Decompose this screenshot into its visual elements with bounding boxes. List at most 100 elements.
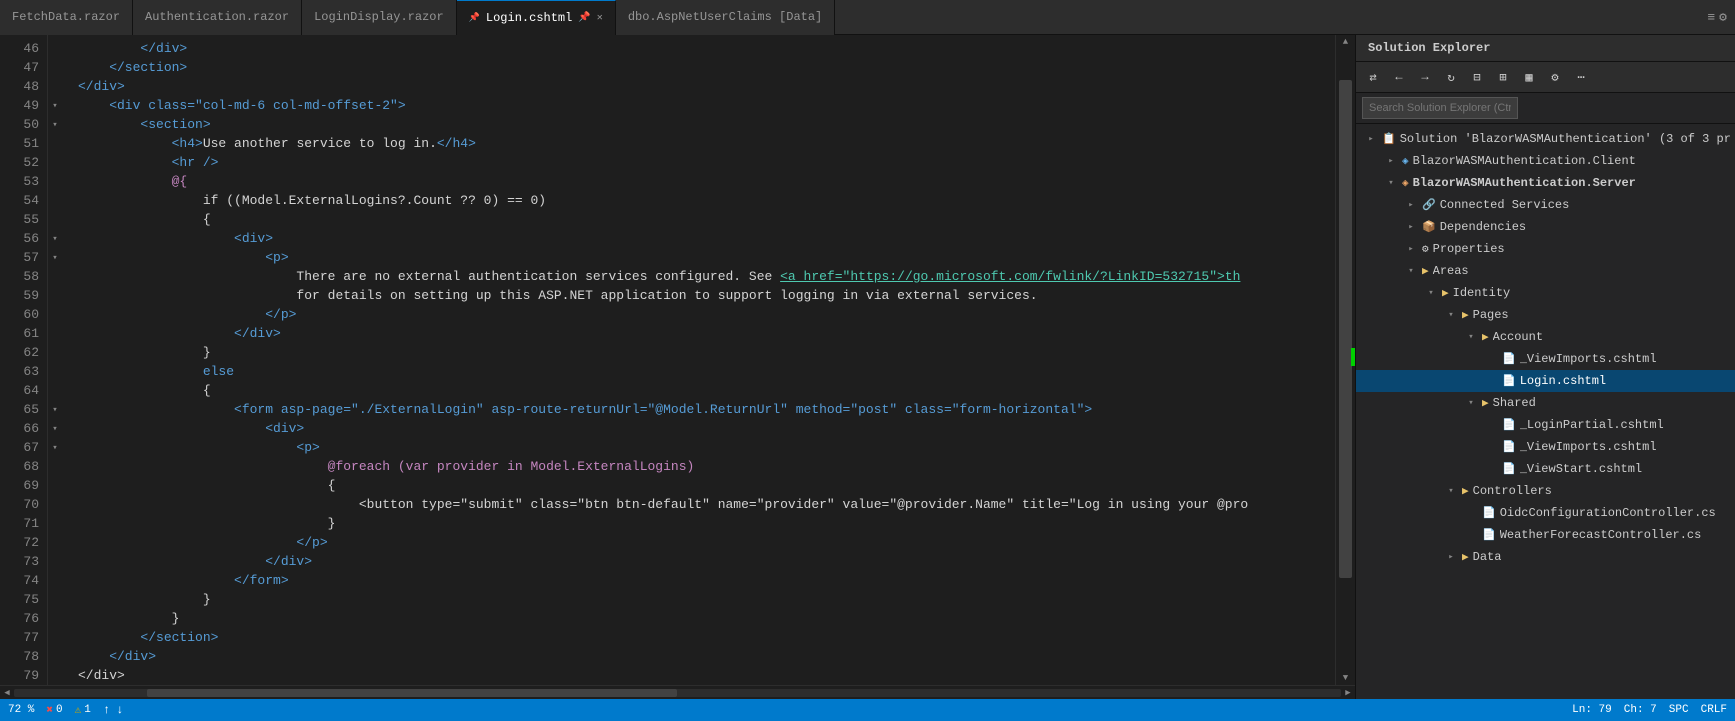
tree-arrow-icon[interactable]: ▸ — [1404, 198, 1418, 212]
h-scroll-right-btn[interactable]: ▶ — [1341, 686, 1355, 700]
tree-node-icon: 📄 — [1502, 418, 1516, 432]
code-container[interactable]: 4647484950515253545556575859606162636465… — [0, 35, 1355, 685]
tree-arrow-icon[interactable]: ▾ — [1424, 286, 1438, 300]
tree-item-data[interactable]: ▸▶Data — [1356, 546, 1735, 568]
tab-login-cshtml[interactable]: 📌Login.cshtml📌✕ — [457, 0, 616, 35]
se-collapse-btn[interactable]: ⊟ — [1466, 66, 1488, 88]
line-ending[interactable]: CRLF — [1701, 704, 1727, 716]
tree-node-icon: ▶ — [1482, 330, 1489, 344]
h-scrollbar[interactable]: ◀ ▶ — [0, 685, 1355, 699]
line-number-77: 77 — [12, 628, 39, 647]
scroll-up-btn[interactable]: ▲ — [1336, 35, 1355, 49]
fold-indicator-50[interactable]: ▾ — [48, 115, 62, 134]
tab-dbo-aspnetuserclaims--data-[interactable]: dbo.AspNetUserClaims [Data] — [616, 0, 835, 35]
tree-arrow-icon[interactable]: ▾ — [1464, 396, 1478, 410]
fold-indicator-66[interactable]: ▾ — [48, 419, 62, 438]
line-number-62: 62 — [12, 343, 39, 362]
fold-indicator-56[interactable]: ▾ — [48, 229, 62, 248]
nav-up-btn[interactable]: ↑ — [103, 703, 110, 717]
tree-item-dependencies[interactable]: ▸📦Dependencies — [1356, 216, 1735, 238]
tree-arrow-icon[interactable]: ▸ — [1384, 154, 1398, 168]
tree-item-shared[interactable]: ▾▶Shared — [1356, 392, 1735, 414]
zoom-level[interactable]: 72 % — [8, 704, 34, 716]
fold-indicator-55 — [48, 210, 62, 229]
cursor-line[interactable]: Ln: 79 — [1572, 704, 1612, 716]
fold-indicator-65[interactable]: ▾ — [48, 400, 62, 419]
tree-arrow-icon[interactable]: ▸ — [1364, 132, 1378, 146]
error-indicator[interactable]: ✖ 0 — [46, 703, 62, 717]
tree-item--viewimports-cshtml[interactable]: 📄_ViewImports.cshtml — [1356, 436, 1735, 458]
tree-item-connected-services[interactable]: ▸🔗Connected Services — [1356, 194, 1735, 216]
tree-item-blazorwasmauthentication-client[interactable]: ▸◈BlazorWASMAuthentication.Client — [1356, 150, 1735, 172]
tab-settings-icon[interactable]: ⚙ — [1719, 10, 1727, 25]
tree-arrow-icon[interactable]: ▸ — [1444, 550, 1458, 564]
tree-arrow-icon[interactable]: ▸ — [1404, 220, 1418, 234]
cursor-col[interactable]: Ch: 7 — [1624, 704, 1657, 716]
tab-list-icon[interactable]: ≡ — [1707, 10, 1715, 25]
nav-down-btn[interactable]: ↓ — [116, 703, 123, 717]
code-line-47: </section> — [78, 58, 1335, 77]
tree-item-login-cshtml[interactable]: 📄Login.cshtml — [1356, 370, 1735, 392]
fold-indicator-54 — [48, 191, 62, 210]
line-number-69: 69 — [12, 476, 39, 495]
code-content[interactable]: </div> </section></div> <div class="col-… — [62, 35, 1335, 685]
code-token: } — [78, 343, 211, 362]
fold-indicator-67[interactable]: ▾ — [48, 438, 62, 457]
tree-item-pages[interactable]: ▾▶Pages — [1356, 304, 1735, 326]
tree-item-account[interactable]: ▾▶Account — [1356, 326, 1735, 348]
line-number-56: 56 — [12, 229, 39, 248]
tree-item--viewstart-cshtml[interactable]: 📄_ViewStart.cshtml — [1356, 458, 1735, 480]
code-token: <h4> — [78, 134, 203, 153]
tree-item--viewimports-cshtml[interactable]: 📄_ViewImports.cshtml — [1356, 348, 1735, 370]
warning-indicator[interactable]: ⚠ 1 — [75, 703, 91, 717]
tree-item-weatherforecastcontroller-cs[interactable]: 📄WeatherForecastController.cs — [1356, 524, 1735, 546]
code-line-79: </div> — [78, 666, 1335, 685]
se-preview-btn[interactable]: ▦ — [1518, 66, 1540, 88]
se-sync-btn[interactable]: ⇄ — [1362, 66, 1384, 88]
tree-item-label: Controllers — [1473, 484, 1552, 498]
code-line-68: @foreach (var provider in Model.External… — [78, 457, 1335, 476]
tree-node-icon: ⚙ — [1422, 242, 1429, 256]
se-refresh-btn[interactable]: ↻ — [1440, 66, 1462, 88]
close-icon[interactable]: ✕ — [597, 12, 603, 24]
fold-indicator-60 — [48, 305, 62, 324]
line-number-61: 61 — [12, 324, 39, 343]
fold-indicator-68 — [48, 457, 62, 476]
tree-arrow-icon[interactable]: ▾ — [1384, 176, 1398, 190]
tree-item-label: Pages — [1473, 308, 1509, 322]
fold-indicator-49[interactable]: ▾ — [48, 96, 62, 115]
tree-arrow-icon[interactable]: ▾ — [1444, 484, 1458, 498]
tree-item-properties[interactable]: ▸⚙Properties — [1356, 238, 1735, 260]
tree-item-identity[interactable]: ▾▶Identity — [1356, 282, 1735, 304]
tree-item-oidcconfigurationcontroller-cs[interactable]: 📄OidcConfigurationController.cs — [1356, 502, 1735, 524]
tree-item-areas[interactable]: ▾▶Areas — [1356, 260, 1735, 282]
tree-arrow-icon[interactable]: ▾ — [1464, 330, 1478, 344]
se-search-input[interactable] — [1362, 97, 1518, 119]
tree-item-solution--blazorwasmauthentication---3-of-3-pr[interactable]: ▸📋Solution 'BlazorWASMAuthentication' (3… — [1356, 128, 1735, 150]
spacing-mode[interactable]: SPC — [1669, 704, 1689, 716]
scroll-down-btn[interactable]: ▼ — [1336, 671, 1355, 685]
tab-authentication-razor[interactable]: Authentication.razor — [133, 0, 302, 35]
tree-arrow-icon[interactable]: ▾ — [1444, 308, 1458, 322]
se-filter-btn[interactable]: ⊞ — [1492, 66, 1514, 88]
se-settings-btn[interactable]: ⚙ — [1544, 66, 1566, 88]
h-scroll-left-btn[interactable]: ◀ — [0, 686, 14, 700]
se-forward-btn[interactable]: → — [1414, 66, 1436, 88]
fold-indicator-57[interactable]: ▾ — [48, 248, 62, 267]
tree-arrow-icon[interactable]: ▾ — [1404, 264, 1418, 278]
tree-item-controllers[interactable]: ▾▶Controllers — [1356, 480, 1735, 502]
right-scrollbar[interactable]: ▲ ▼ — [1335, 35, 1355, 685]
fold-indicator-63 — [48, 362, 62, 381]
tab-logindisplay-razor[interactable]: LoginDisplay.razor — [302, 0, 457, 35]
se-more-btn[interactable]: ⋯ — [1570, 66, 1592, 88]
code-token: </p> — [78, 305, 296, 324]
se-back-btn[interactable]: ← — [1388, 66, 1410, 88]
tab-fetchdata-razor[interactable]: FetchData.razor — [0, 0, 133, 35]
tree-item--loginpartial-cshtml[interactable]: 📄_LoginPartial.cshtml — [1356, 414, 1735, 436]
fold-indicator-62 — [48, 343, 62, 362]
tree-item-blazorwasmauthentication-server[interactable]: ▾◈BlazorWASMAuthentication.Server — [1356, 172, 1735, 194]
tab-label: LoginDisplay.razor — [314, 10, 444, 24]
tab-label: Login.cshtml — [486, 11, 572, 25]
tree-arrow-icon[interactable]: ▸ — [1404, 242, 1418, 256]
scroll-area — [1336, 49, 1355, 671]
